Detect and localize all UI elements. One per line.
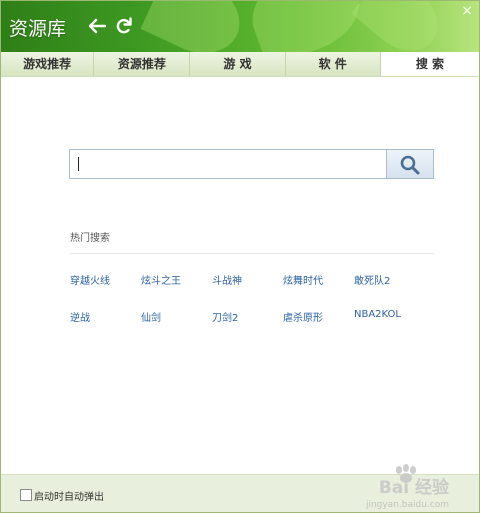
back-arrow-icon[interactable] [86, 15, 108, 37]
hot-search-label: 热门搜索 [70, 233, 110, 244]
close-icon[interactable]: × [461, 4, 473, 18]
watermark: Bai 经验 [378, 478, 449, 498]
auto-popup-label: 启动时自动弹出 [34, 492, 104, 503]
tab-software[interactable]: 软 件 [285, 52, 381, 76]
title-bar: 资源库 × [1, 1, 479, 52]
search-box [69, 149, 434, 179]
app-title: 资源库 [9, 18, 67, 40]
footer-bar: 启动时自动弹出 Bai 经验 jingyan.baidu.com [1, 464, 479, 512]
divider [70, 253, 434, 254]
watermark-url: jingyan.baidu.com [365, 500, 449, 510]
leaf-decoration [140, 1, 252, 52]
tab-game-recommend[interactable]: 游戏推荐 [1, 52, 95, 76]
text-caret [78, 157, 79, 171]
app-window: 资源库 × 游戏推荐 资源推荐 游 戏 软 件 搜 索 热门搜索 穿越火线 炫斗… [0, 0, 480, 513]
leaf-decoration [240, 1, 372, 52]
hot-search-link[interactable]: 虐杀原形 [283, 309, 323, 324]
hot-search-link[interactable]: 穿越火线 [70, 272, 110, 287]
hot-search-link[interactable]: NBA2KOL [354, 309, 401, 320]
tab-search[interactable]: 搜 索 [380, 52, 479, 76]
hot-search-link[interactable]: 刀剑2 [212, 309, 238, 324]
tab-bar: 游戏推荐 资源推荐 游 戏 软 件 搜 索 [1, 52, 479, 77]
hot-search-link[interactable]: 逆战 [70, 309, 90, 324]
search-icon [399, 154, 421, 180]
leaf-decoration [351, 1, 451, 52]
tab-resource-recommend[interactable]: 资源推荐 [94, 52, 191, 76]
search-button[interactable] [386, 150, 433, 178]
hot-search-link[interactable]: 斗战神 [212, 272, 242, 287]
hot-search-link[interactable]: 炫斗之王 [141, 272, 181, 287]
search-input[interactable] [70, 150, 398, 178]
auto-popup-checkbox[interactable] [20, 489, 32, 501]
hot-search-link[interactable]: 仙剑 [141, 309, 161, 324]
tab-games[interactable]: 游 戏 [190, 52, 286, 76]
hot-search-link[interactable]: 敢死队2 [354, 272, 390, 287]
refresh-icon[interactable] [113, 15, 135, 37]
hot-search-link[interactable]: 炫舞时代 [283, 272, 323, 287]
